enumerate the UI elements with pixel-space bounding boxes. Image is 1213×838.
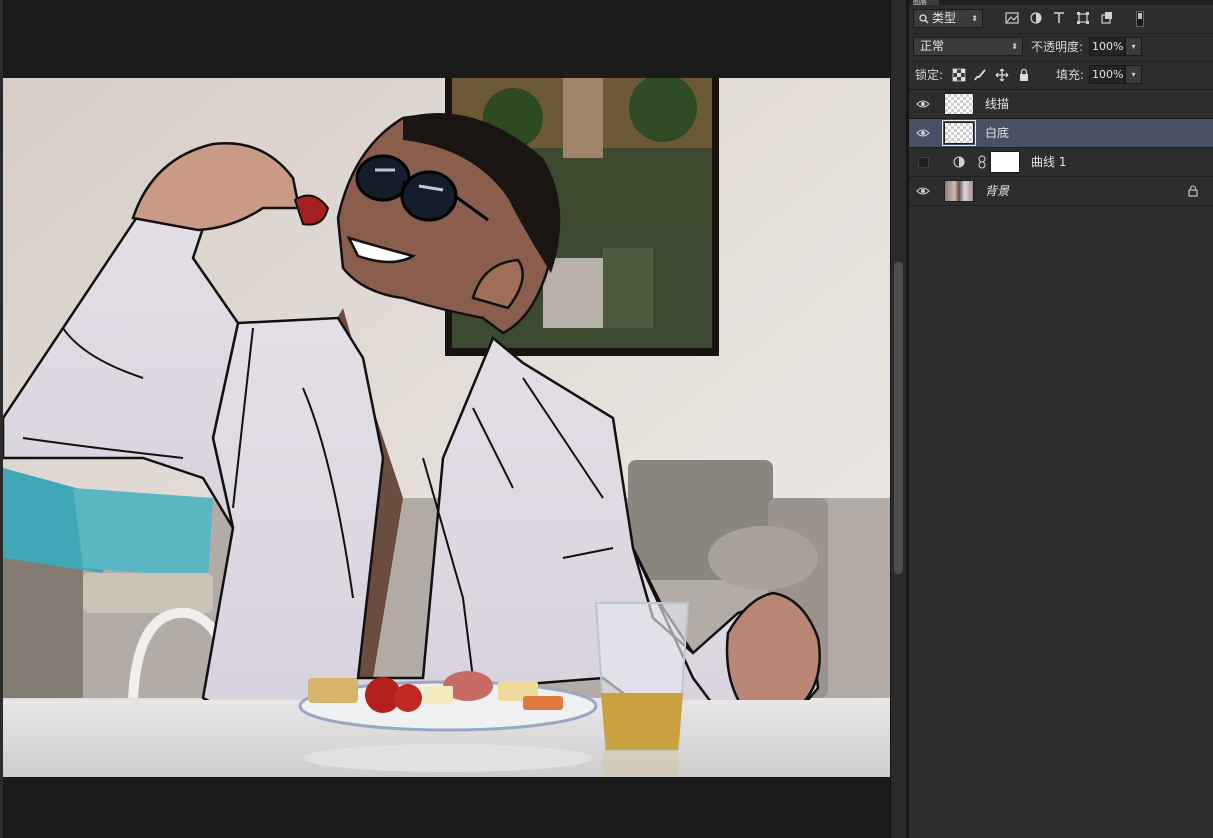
- layers-list: 线描 白底 曲线 1 背景: [909, 90, 1213, 206]
- layer-thumbnail[interactable]: [944, 93, 974, 115]
- image-filter-icon[interactable]: [1005, 11, 1019, 25]
- search-icon: [919, 14, 929, 24]
- select-arrows-icon: ⬍: [971, 14, 978, 23]
- filter-toggle-icon[interactable]: [1136, 11, 1144, 27]
- lock-all-icon[interactable]: [1017, 68, 1031, 82]
- layer-name[interactable]: 线描: [985, 97, 1009, 111]
- lock-fill-row: 锁定: 填充: 100% ▾: [909, 61, 1213, 90]
- adjustment-layer-icon: [953, 156, 965, 168]
- layer-row-xianmiao[interactable]: 线描: [909, 90, 1213, 119]
- layer-name[interactable]: 曲线 1: [1031, 155, 1066, 169]
- glass-of-drink: [594, 602, 690, 775]
- layer-name[interactable]: 背景: [985, 184, 1009, 198]
- canvas-vertical-scrollbar[interactable]: [890, 0, 907, 838]
- filter-kind-select[interactable]: 类型 ⬍: [913, 9, 983, 28]
- smart-object-filter-icon[interactable]: [1100, 11, 1114, 25]
- lock-transparent-pixels-icon[interactable]: [952, 68, 966, 82]
- layer-row-curves-1[interactable]: 曲线 1: [909, 148, 1213, 177]
- shape-filter-icon[interactable]: [1076, 11, 1090, 25]
- layer-filter-row: 类型 ⬍: [909, 5, 1213, 34]
- document-canvas-area[interactable]: [0, 0, 890, 838]
- blend-mode-value: 正常: [920, 39, 945, 53]
- opacity-input[interactable]: 100%: [1089, 37, 1125, 56]
- layer-name[interactable]: 白底: [985, 126, 1009, 140]
- adjustment-filter-icon[interactable]: [1029, 11, 1043, 25]
- layers-panel: 图层 类型 ⬍ 正常 ⬍ 不透明度: 100% ▾ 锁定: 填充: 100% ▾…: [909, 0, 1213, 838]
- visibility-toggle-off[interactable]: [918, 157, 929, 168]
- layer-mask-thumbnail[interactable]: [990, 151, 1020, 173]
- blend-opacity-row: 正常 ⬍ 不透明度: 100% ▾: [909, 33, 1213, 62]
- opacity-dropdown-arrow[interactable]: ▾: [1125, 37, 1142, 56]
- scrollbar-thumb[interactable]: [894, 262, 903, 574]
- select-arrows-icon: ⬍: [1011, 42, 1018, 51]
- chain-link-icon[interactable]: [978, 155, 986, 169]
- type-filter-icon[interactable]: [1052, 11, 1066, 25]
- layer-row-background[interactable]: 背景: [909, 177, 1213, 206]
- document-image[interactable]: [3, 78, 890, 777]
- lock-image-pixels-icon[interactable]: [973, 68, 987, 82]
- lock-label: 锁定:: [915, 68, 944, 82]
- layer-thumbnail[interactable]: [944, 180, 974, 202]
- fill-label: 填充:: [1056, 68, 1085, 82]
- filter-kind-label: 类型: [932, 11, 957, 25]
- fill-dropdown-arrow[interactable]: ▾: [1125, 65, 1142, 84]
- layer-thumbnail[interactable]: [942, 120, 976, 146]
- lock-icon: [1188, 185, 1198, 197]
- eye-icon[interactable]: [916, 97, 930, 111]
- blend-mode-select[interactable]: 正常 ⬍: [913, 37, 1023, 56]
- opacity-label: 不透明度:: [1031, 40, 1084, 54]
- fill-input[interactable]: 100%: [1089, 65, 1125, 84]
- layer-row-baidi[interactable]: 白底: [909, 119, 1213, 148]
- eye-icon[interactable]: [916, 184, 930, 198]
- lock-position-icon[interactable]: [995, 68, 1009, 82]
- eye-icon[interactable]: [916, 126, 930, 140]
